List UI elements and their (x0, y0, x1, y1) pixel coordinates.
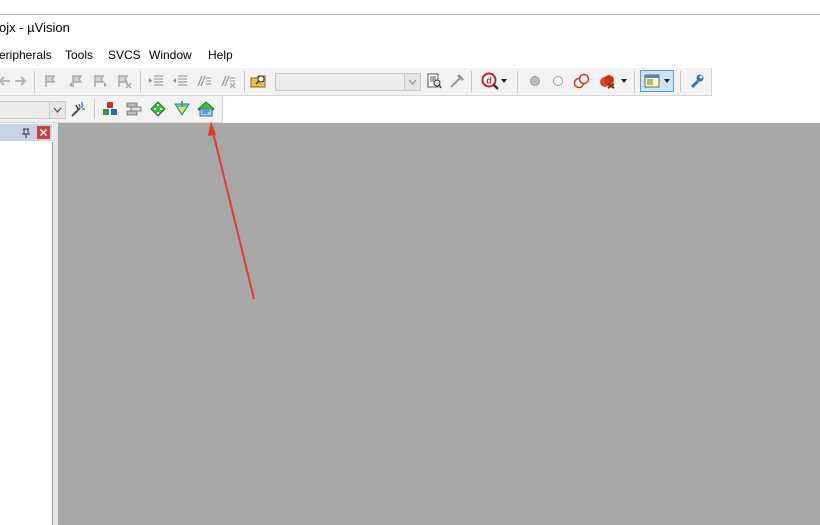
build-toolbar (0, 96, 223, 123)
configure-wrench-icon[interactable] (687, 71, 707, 91)
select-packs-icon[interactable] (124, 99, 144, 119)
toolbar-separator (140, 71, 141, 92)
unindent-icon[interactable] (170, 71, 190, 91)
navigate-forward-icon[interactable] (11, 71, 31, 91)
target-combo[interactable] (0, 101, 66, 119)
close-icon[interactable] (37, 126, 50, 139)
toolbar-separator (680, 71, 681, 92)
menu-window[interactable]: Window (149, 48, 192, 62)
toolbar-separator (244, 71, 245, 92)
menu-svcs[interactable]: SVCS (108, 48, 141, 62)
window-top-edge (0, 0, 820, 15)
incremental-find-icon[interactable] (447, 71, 467, 91)
menu-peripherals[interactable]: eripherals (0, 48, 52, 62)
manage-project-items-icon[interactable] (100, 99, 120, 119)
start-debug-session-icon[interactable]: d (480, 71, 500, 91)
pack-installer-icon[interactable] (172, 99, 192, 119)
enable-breakpoint-icon[interactable] (548, 71, 568, 91)
insert-breakpoint-icon[interactable] (525, 71, 545, 91)
bookmark-insert-icon[interactable] (40, 71, 60, 91)
find-combo-dropdown[interactable] (404, 74, 420, 90)
kill-all-breakpoints-icon[interactable] (598, 71, 618, 91)
manage-rte-icon[interactable] (148, 99, 168, 119)
disable-all-breakpoints-icon[interactable] (572, 71, 592, 91)
bookmark-previous-icon[interactable] (66, 71, 86, 91)
find-combo[interactable] (275, 73, 421, 91)
window-title: ojx - µVision (0, 20, 70, 35)
uncomment-icon[interactable] (218, 71, 238, 91)
toolbar-separator (471, 71, 472, 92)
event-recorder-icon[interactable] (196, 99, 216, 119)
project-panel[interactable] (0, 142, 53, 525)
title-bar: ojx - µVision (0, 15, 820, 42)
bookmark-next-icon[interactable] (90, 71, 110, 91)
toolbar-separator (517, 71, 518, 92)
bookmark-clear-icon[interactable] (114, 71, 134, 91)
toolbar-separator (634, 71, 635, 92)
file-toolbar: d (0, 68, 712, 96)
pin-icon[interactable] (20, 127, 32, 139)
window-layout-button[interactable] (640, 70, 674, 92)
project-panel-header (0, 124, 52, 141)
svg-text:d: d (486, 76, 492, 86)
indent-icon[interactable] (146, 71, 166, 91)
editor-area[interactable] (58, 123, 820, 525)
options-for-target-icon[interactable] (69, 99, 89, 119)
breakpoint-dropdown-icon[interactable] (619, 71, 629, 91)
debug-dropdown-icon[interactable] (499, 71, 509, 91)
find-icon[interactable] (424, 71, 444, 91)
toolbar-separator (34, 71, 35, 92)
comment-icon[interactable] (194, 71, 214, 91)
menu-tools[interactable]: Tools (65, 48, 93, 62)
find-in-files-icon[interactable] (249, 71, 269, 91)
target-combo-dropdown[interactable] (49, 102, 65, 118)
toolbar-separator (94, 99, 95, 119)
menu-help[interactable]: Help (208, 48, 233, 62)
